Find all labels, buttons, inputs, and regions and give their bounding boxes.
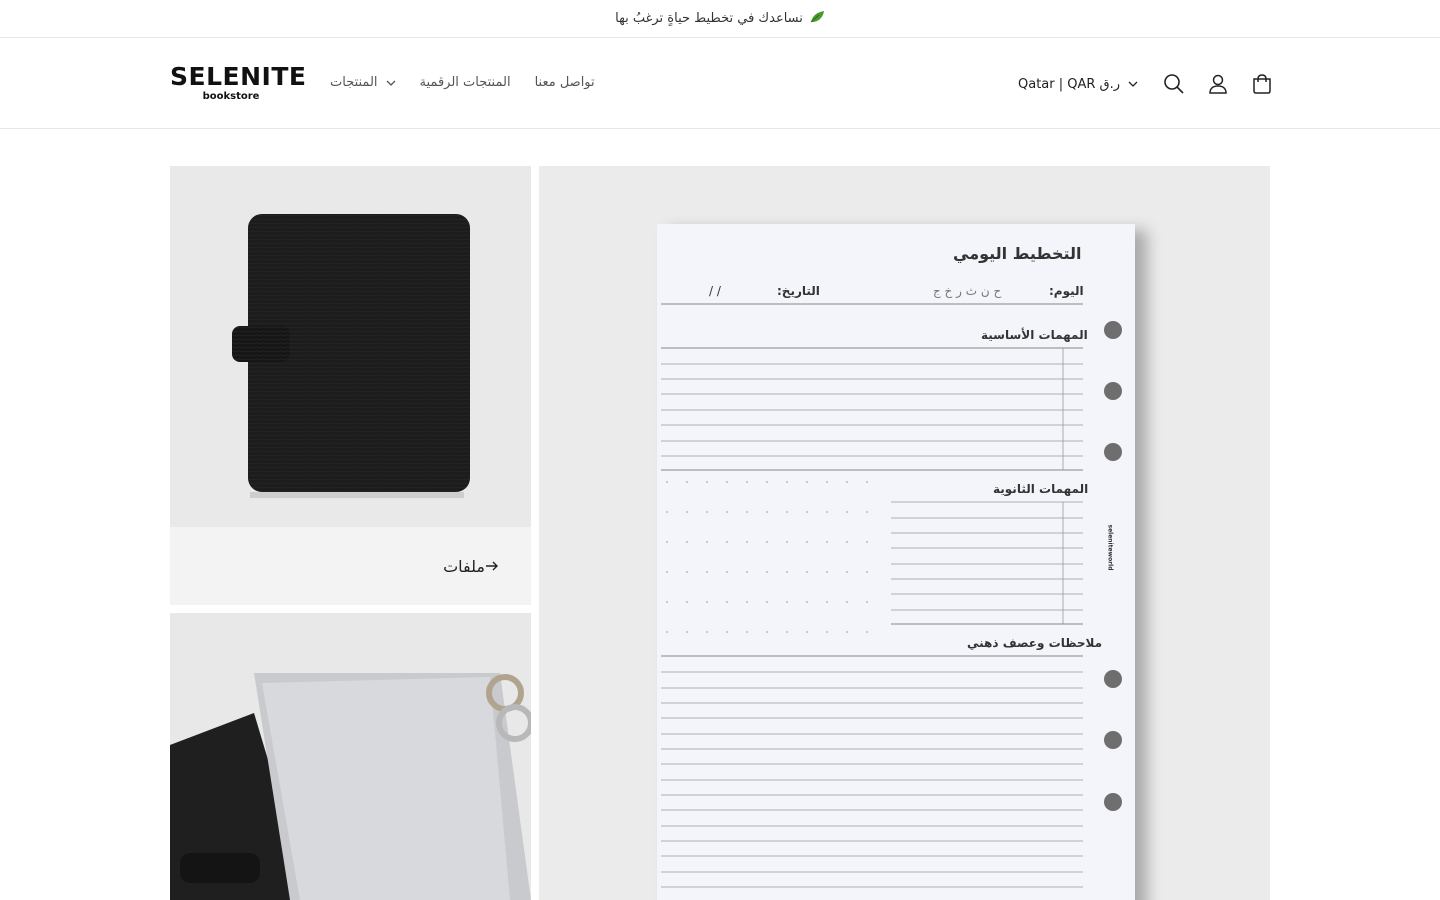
account-button[interactable] [1196, 62, 1240, 106]
announcement-bar: نساعدك في تخطيط حياةٍ ترغبُ بها [0, 0, 1440, 38]
nav-item-products-label: المنتجات [330, 75, 378, 90]
leaf-icon [809, 10, 825, 28]
planner-sheet-image: التخطيط اليومي اليوم: ح ن ث ر خ ج التاري… [657, 224, 1135, 900]
country-selector-label: Qatar | QAR ر.ق [1018, 76, 1121, 92]
header-tools: Qatar | QAR ر.ق [1018, 39, 1284, 129]
chevron-down-icon [1128, 81, 1138, 87]
logo-brand: SELENITE [170, 62, 307, 91]
cart-icon [1253, 74, 1271, 94]
search-button[interactable] [1152, 62, 1196, 106]
site-header: SELENITE bookstore المنتجات المنتجات الر… [0, 39, 1440, 129]
planner-sheet-lines [661, 303, 1122, 888]
folder-caption-label: ملفات [443, 556, 485, 576]
collage-binder-card[interactable] [170, 613, 531, 900]
binder-image [170, 673, 531, 900]
country-selector[interactable]: Qatar | QAR ر.ق [1018, 77, 1138, 92]
nav-item-digital-products[interactable]: المنتجات الرقمية [420, 75, 511, 90]
main-nav: المنتجات المنتجات الرقمية تواصل معنا [330, 75, 595, 90]
logo-tagline: bookstore [202, 91, 260, 102]
collage-planner-card[interactable]: التخطيط اليومي اليوم: ح ن ث ر خ ج التاري… [539, 166, 1270, 900]
collage-folder-card[interactable]: ملفات [170, 166, 531, 605]
store-logo[interactable]: SELENITE bookstore [170, 62, 307, 103]
arrow-right-icon [486, 561, 498, 571]
nav-item-contact[interactable]: تواصل معنا [535, 75, 595, 90]
nav-item-products[interactable]: المنتجات [330, 75, 396, 90]
announcement-text: نساعدك في تخطيط حياةٍ ترغبُ بها [615, 11, 803, 26]
account-icon [1209, 74, 1227, 94]
folder-caption-link[interactable]: ملفات [170, 527, 531, 605]
nav-item-digital-products-label: المنتجات الرقمية [419, 75, 511, 90]
nav-item-contact-label: تواصل معنا [534, 75, 595, 90]
folder-image [170, 166, 531, 527]
chevron-down-icon [386, 80, 395, 86]
search-icon [1164, 74, 1184, 94]
cart-button[interactable] [1240, 62, 1284, 106]
